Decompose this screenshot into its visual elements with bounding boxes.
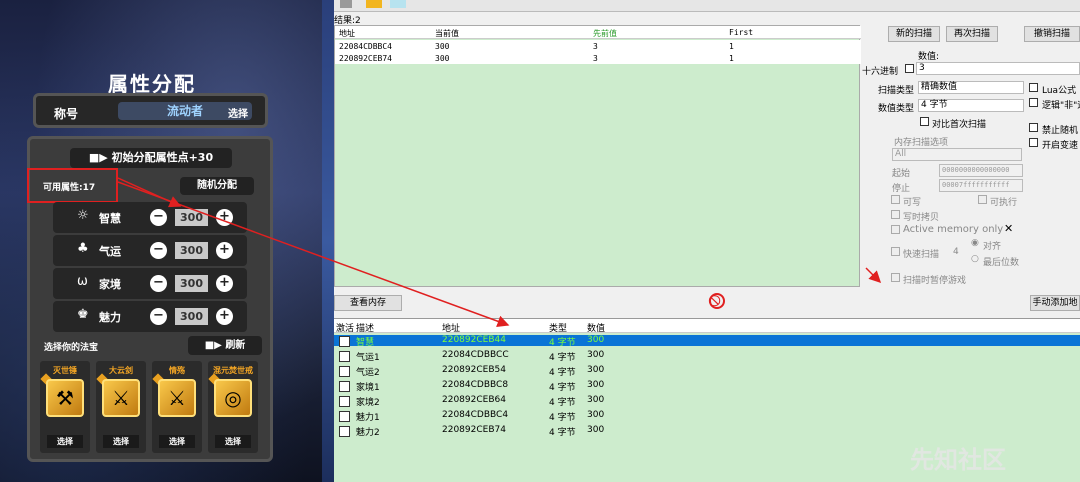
arrow-to-address-list [117,181,510,328]
annotation-arrows [117,177,882,328]
arrow-corner [865,267,882,284]
